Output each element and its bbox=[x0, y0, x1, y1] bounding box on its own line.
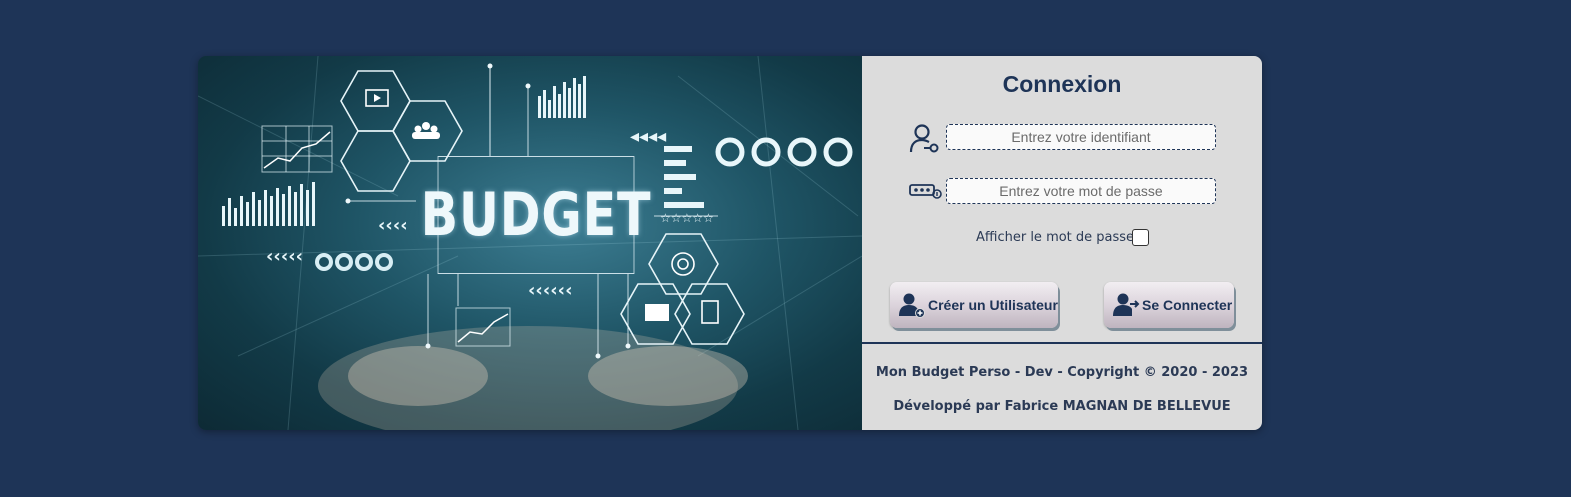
footer-divider bbox=[862, 342, 1262, 344]
create-user-button[interactable]: Créer un Utilisateur bbox=[890, 282, 1058, 328]
add-user-icon bbox=[899, 293, 925, 318]
show-password-label: Afficher le mot de passe bbox=[976, 230, 1135, 245]
svg-text:‹‹‹‹‹‹: ‹‹‹‹‹‹ bbox=[528, 280, 573, 301]
svg-text:‹‹‹‹: ‹‹‹‹ bbox=[378, 215, 408, 236]
budget-hero-image: ‹‹‹‹‹ ‹‹‹‹‹‹ ◂◂◂◂ ‹‹‹‹ ☆☆☆☆☆ BUDGET bbox=[198, 56, 862, 430]
password-dots-icon bbox=[909, 182, 943, 205]
svg-text:☆☆☆☆☆: ☆☆☆☆☆ bbox=[660, 211, 714, 225]
svg-text:‹‹‹‹‹: ‹‹‹‹‹ bbox=[266, 246, 303, 267]
show-password-checkbox[interactable] bbox=[1132, 229, 1149, 246]
copyright-text: Mon Budget Perso - Dev - Copyright © 202… bbox=[875, 365, 1249, 380]
login-panel: Connexion Afficher le mot de passe bbox=[862, 56, 1262, 430]
connect-label: Se Connecter bbox=[1142, 297, 1233, 313]
developer-text: Développé par Fabrice MAGNAN DE BELLEVUE bbox=[893, 399, 1231, 414]
username-input[interactable] bbox=[946, 124, 1216, 150]
connect-button[interactable]: Se Connecter bbox=[1104, 282, 1234, 328]
login-card: ‹‹‹‹‹ ‹‹‹‹‹‹ ◂◂◂◂ ‹‹‹‹ ☆☆☆☆☆ BUDGET Conn… bbox=[198, 56, 1262, 430]
login-title: Connexion bbox=[1002, 71, 1122, 97]
password-input[interactable] bbox=[946, 178, 1216, 204]
svg-text:◂◂◂◂: ◂◂◂◂ bbox=[630, 126, 666, 147]
login-user-icon bbox=[1113, 293, 1140, 316]
budget-title: BUDGET bbox=[421, 156, 651, 274]
create-user-label: Créer un Utilisateur bbox=[928, 297, 1058, 313]
user-key-icon bbox=[908, 122, 942, 161]
